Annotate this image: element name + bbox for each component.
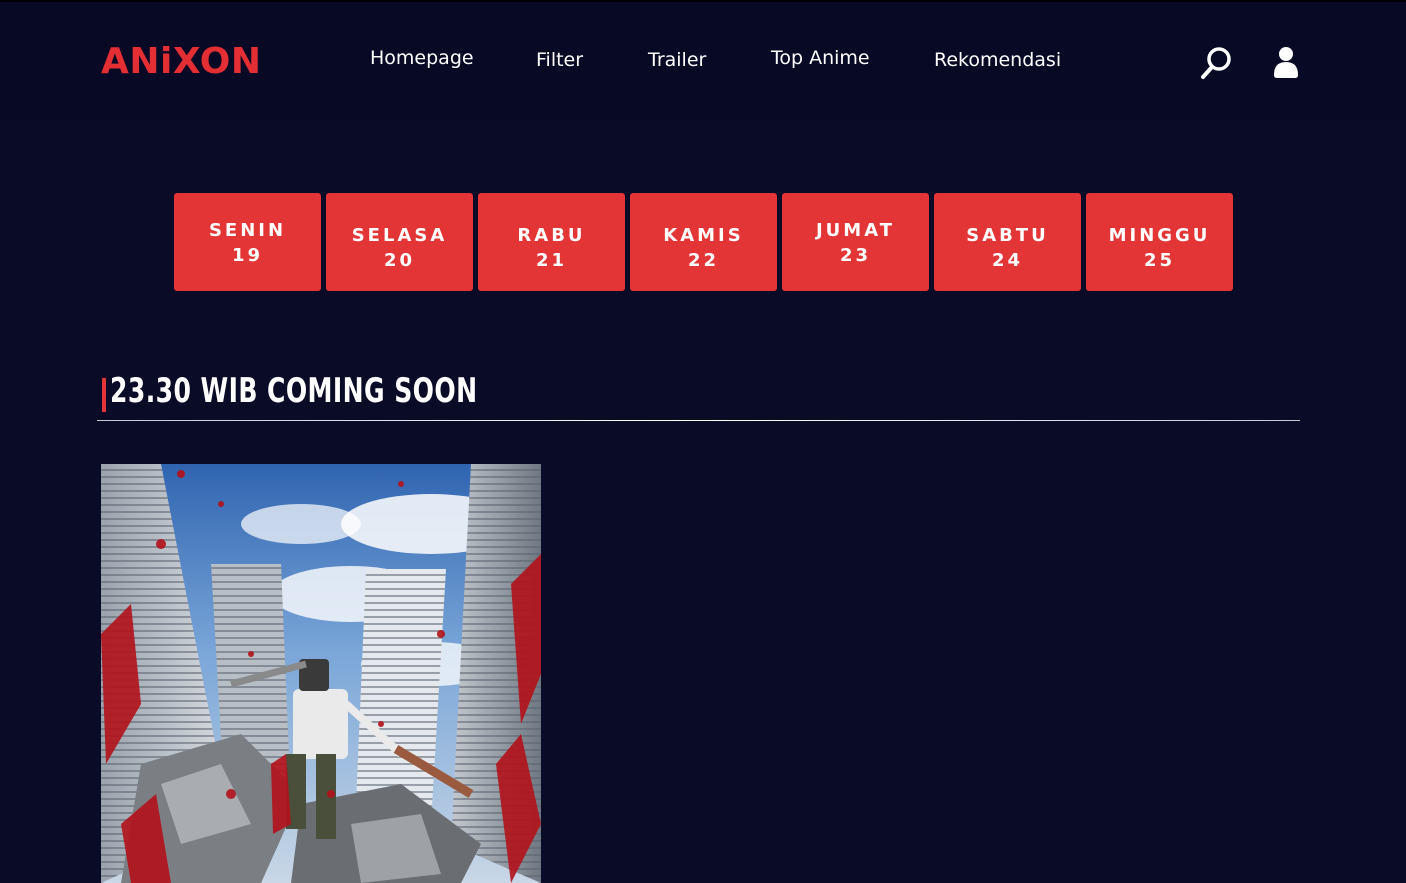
section-heading: 23.30 WIB COMING SOON	[102, 370, 558, 412]
day-name: MINGGU	[1108, 225, 1211, 246]
day-tab-rabu[interactable]: RABU 21	[478, 193, 625, 291]
day-tab-minggu[interactable]: MINGGU 25	[1086, 193, 1233, 291]
nav-top-anime[interactable]: Top Anime	[771, 46, 870, 70]
search-icon[interactable]	[1200, 46, 1234, 80]
nav-filter[interactable]: Filter	[536, 48, 583, 72]
day-name: SENIN	[208, 220, 287, 241]
day-tab-sabtu[interactable]: SABTU 24	[934, 193, 1081, 291]
day-name: KAMIS	[663, 225, 744, 246]
day-name: JUMAT	[815, 220, 896, 241]
day-tab-senin[interactable]: SENIN 19	[174, 193, 321, 291]
site-logo[interactable]: ANiXON	[101, 42, 262, 82]
section-title: 23.30 WIB COMING SOON	[110, 371, 478, 411]
day-date: 22	[687, 250, 720, 271]
day-date: 19	[231, 245, 264, 266]
day-date: 23	[839, 245, 872, 266]
day-tab-selasa[interactable]: SELASA 20	[326, 193, 473, 291]
site-header: ANiXON Homepage Filter Trailer Top Anime…	[0, 2, 1406, 120]
day-date: 24	[991, 250, 1024, 271]
day-tab-jumat[interactable]: JUMAT 23	[782, 193, 929, 291]
user-icon[interactable]	[1272, 45, 1300, 79]
poster-artwork	[101, 464, 541, 883]
day-name: RABU	[517, 225, 586, 246]
nav-trailer[interactable]: Trailer	[648, 48, 706, 72]
day-date: 21	[535, 250, 568, 271]
nav-homepage[interactable]: Homepage	[370, 46, 474, 70]
heading-accent-bar	[102, 378, 106, 412]
section-divider	[97, 420, 1300, 421]
day-tab-kamis[interactable]: KAMIS 22	[630, 193, 777, 291]
day-date: 20	[383, 250, 416, 271]
anime-poster[interactable]	[101, 464, 541, 883]
day-name: SABTU	[966, 225, 1049, 246]
schedule-day-tabs: SENIN 19 SELASA 20 RABU 21 KAMIS 22 JUMA…	[174, 193, 1233, 291]
day-name: SELASA	[351, 225, 448, 246]
day-date: 25	[1143, 250, 1176, 271]
nav-rekomendasi[interactable]: Rekomendasi	[934, 48, 1061, 72]
